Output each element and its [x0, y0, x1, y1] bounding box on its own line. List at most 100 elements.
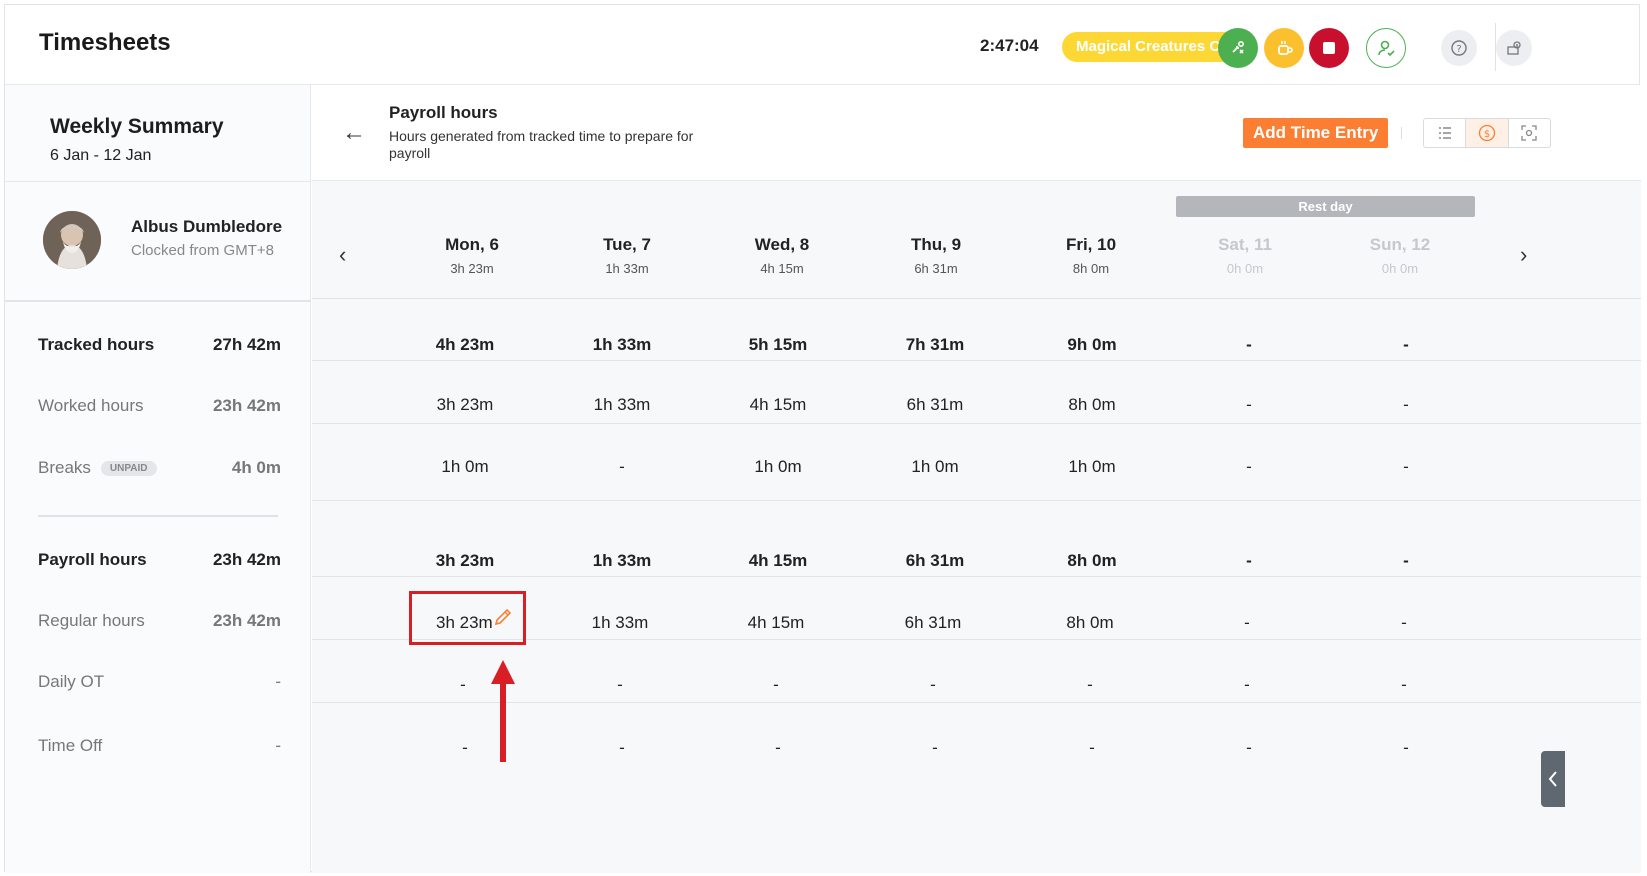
switch-task-button[interactable] — [1218, 28, 1258, 68]
view-toggle-group: $ — [1423, 118, 1551, 148]
summary-sidebar: Weekly Summary 6 Jan - 12 Jan Albus Dumb… — [5, 85, 311, 873]
divider — [5, 181, 311, 182]
table-cell: - — [775, 738, 781, 757]
table-cell: - — [1401, 613, 1407, 632]
table-cell: 9h 0m — [1067, 335, 1117, 354]
table-cell: 4h 15m — [747, 613, 805, 632]
payroll-hours-row: 3h 23m 1h 33m 4h 15m 6h 31m 8h 0m - - — [312, 515, 1641, 577]
table-cell: - — [462, 738, 468, 757]
table-cell: - — [1403, 457, 1409, 476]
settings-button[interactable] — [1496, 30, 1532, 66]
payroll-hours-total: 23h 42m — [212, 550, 281, 569]
next-week-chevron-icon[interactable]: › — [1520, 242, 1527, 268]
table-cell: - — [1089, 738, 1095, 757]
table-cell: - — [1087, 675, 1093, 694]
table-cell: - — [1246, 335, 1252, 354]
panel-header: ← Payroll hours Hours generated from tra… — [312, 85, 1641, 181]
table-cell: - — [1403, 335, 1409, 354]
table-cell: 4h 15m — [749, 395, 807, 414]
week-range: 6 Jan - 12 Jan — [50, 147, 152, 164]
switch-task-icon — [1232, 40, 1245, 54]
back-arrow-icon[interactable]: ← — [342, 119, 366, 147]
table-cell: 1h 33m — [591, 613, 649, 632]
payroll-view-button[interactable]: $ — [1466, 119, 1509, 147]
break-icon — [1278, 41, 1293, 55]
worked-hours-label: Worked hours — [38, 396, 144, 415]
stop-button[interactable] — [1309, 28, 1349, 68]
table-cell: - — [930, 675, 936, 694]
user-timezone: Clocked from GMT+8 — [131, 242, 274, 259]
day-total: 4h 15m — [760, 261, 804, 276]
table-cell: 1h 0m — [441, 457, 489, 476]
rest-day-banner: Rest day — [1176, 196, 1475, 217]
regular-hours-total: 23h 42m — [212, 611, 281, 630]
app-window: Timesheets 2:47:04 Magical Creatures Car… — [4, 4, 1641, 873]
weekly-summary-title: Weekly Summary — [50, 115, 224, 138]
day-name: Tue, 7 — [603, 235, 651, 254]
help-button[interactable]: ? — [1441, 30, 1477, 66]
table-cell: - — [1401, 675, 1407, 694]
svg-text:?: ? — [1456, 44, 1461, 55]
regular-hours-label: Regular hours — [38, 611, 145, 630]
day-name: Wed, 8 — [754, 235, 810, 254]
pencil-icon[interactable] — [493, 607, 513, 627]
user-status-icon — [1378, 40, 1395, 57]
payroll-hours-label: Payroll hours — [38, 550, 147, 569]
user-status-button[interactable] — [1366, 28, 1406, 68]
page-title: Timesheets — [39, 29, 171, 56]
table-cell: 1h 33m — [592, 335, 652, 354]
worked-hours-total: 23h 42m — [212, 396, 281, 415]
table-cell: 3h 23m — [435, 551, 495, 570]
table-cell: 4h 23m — [435, 335, 495, 354]
side-panel-toggle[interactable] — [1541, 751, 1565, 807]
day-total: 0h 0m — [1381, 261, 1419, 276]
table-cell: 8h 0m — [1066, 613, 1114, 632]
day-total: 1h 33m — [605, 261, 649, 276]
table-cell: - — [1244, 613, 1250, 632]
chevron-left-icon — [1548, 771, 1557, 787]
panel-description: Hours generated from tracked time to pre… — [389, 128, 694, 161]
prev-week-chevron-icon[interactable]: ‹ — [339, 242, 346, 268]
tracked-hours-total: 27h 42m — [212, 335, 281, 354]
list-icon — [1438, 127, 1451, 139]
table-cell: 8h 0m — [1067, 551, 1117, 570]
breaks-row: 1h 0m - 1h 0m 1h 0m 1h 0m - - — [312, 424, 1641, 501]
user-name: Albus Dumbledore — [131, 217, 283, 236]
day-header: Fri, 10 8h 0m — [1016, 235, 1166, 276]
table-cell: - — [1246, 738, 1252, 757]
list-view-button[interactable] — [1424, 119, 1467, 147]
tracked-hours-row: 4h 23m 1h 33m 5h 15m 7h 31m 9h 0m - - — [312, 299, 1641, 361]
day-total: 6h 31m — [914, 261, 958, 276]
table-cell: - — [1403, 738, 1409, 757]
divider — [5, 300, 311, 302]
table-cell: - — [1244, 675, 1250, 694]
table-cell: 6h 31m — [906, 395, 964, 414]
day-total: 3h 23m — [450, 261, 494, 276]
table-cell: 8h 0m — [1068, 395, 1116, 414]
day-header: Thu, 9 6h 31m — [861, 235, 1011, 276]
table-cell: - — [619, 457, 625, 476]
avatar — [43, 211, 101, 269]
table-cell: - — [1246, 551, 1252, 570]
scan-icon — [1521, 125, 1537, 141]
screenshot-view-button[interactable] — [1509, 119, 1550, 147]
break-button[interactable] — [1264, 28, 1304, 68]
unpaid-badge: UNPAID — [100, 461, 157, 477]
breaks-total: 4h 0m — [231, 458, 281, 477]
table-cell: - — [617, 675, 623, 694]
top-bar: Timesheets 2:47:04 Magical Creatures Car… — [5, 5, 1639, 85]
svg-text:$: $ — [1484, 129, 1490, 140]
panel-title: Payroll hours — [389, 103, 498, 122]
day-name: Mon, 6 — [445, 235, 499, 254]
add-time-entry-button[interactable]: Add Time Entry — [1243, 118, 1389, 148]
day-name: Thu, 9 — [910, 235, 962, 254]
table-cell: - — [932, 738, 938, 757]
day-header: Wed, 8 4h 15m — [707, 235, 857, 276]
daily-ot-label: Daily OT — [38, 672, 105, 691]
table-cell: - — [773, 675, 779, 694]
table-cell: 6h 31m — [905, 551, 965, 570]
table-cell: - — [1246, 457, 1252, 476]
day-name: Sat, 11 — [1218, 235, 1272, 254]
table-cell: - — [619, 738, 625, 757]
table-cell: 7h 31m — [905, 335, 965, 354]
